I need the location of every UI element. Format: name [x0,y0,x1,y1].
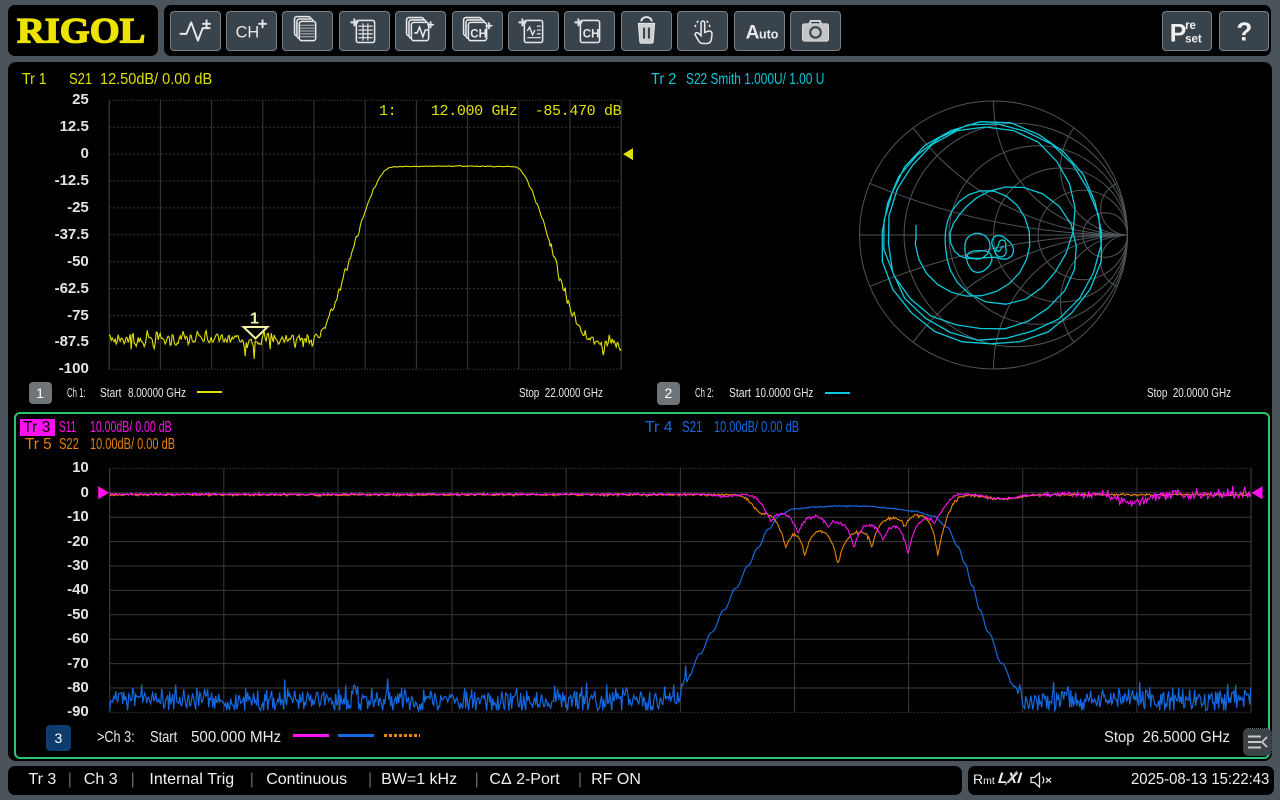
svg-text:1: 1 [250,311,259,328]
